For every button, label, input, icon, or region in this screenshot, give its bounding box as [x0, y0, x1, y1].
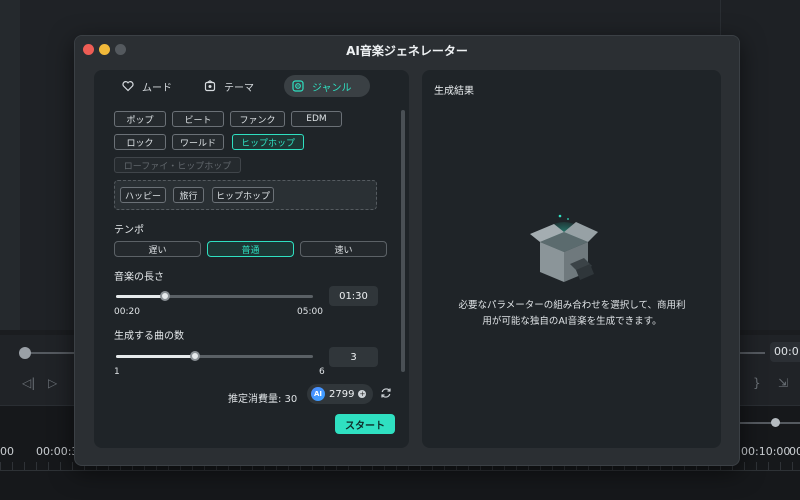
empty-state-line: 用が可能な独自のAI音楽を生成できます。 — [482, 316, 662, 327]
timeline-label: 00 — [789, 445, 800, 458]
estimated-cost-label: 推定消費量: 30 — [228, 394, 298, 405]
results-title: 生成結果 — [434, 86, 474, 97]
play-icon[interactable]: ▷ — [48, 376, 57, 390]
timeline-label: 00:10:00 — [741, 445, 791, 458]
tempo-slow-button[interactable]: 遅い — [114, 241, 201, 257]
count-slider-knob[interactable] — [189, 351, 200, 361]
tempo-label: テンポ — [114, 225, 144, 236]
timeline-zoom-slider[interactable] — [740, 422, 800, 424]
length-max-label: 05:00 — [297, 307, 323, 317]
genre-rock[interactable]: ロック — [114, 134, 166, 150]
tag-chip[interactable]: ヒップホップ — [212, 187, 274, 203]
bracket-icon[interactable]: } — [753, 376, 761, 390]
title-bar: AI音楽ジェネレーター — [75, 36, 739, 62]
empty-box-icon — [530, 214, 598, 282]
tab-label: ジャンル — [312, 82, 352, 94]
empty-state-text: 必要なパラメーターの組み合わせを選択して、商用利 用が可能な独自のAI音楽を生成… — [442, 298, 702, 330]
credits-value: 2799 — [329, 388, 355, 400]
refresh-icon[interactable] — [380, 387, 392, 399]
tempo-fast-button[interactable]: 速い — [300, 241, 387, 257]
genre-pop[interactable]: ポップ — [114, 111, 166, 127]
mood-icon — [122, 81, 134, 92]
selected-tags-area: ハッピー 旅行 ヒップホップ — [114, 180, 377, 210]
timeline-label: 00:00:3 — [36, 445, 79, 458]
settings-scrollbar[interactable] — [401, 110, 405, 372]
empty-state-line: 必要なパラメーターの組み合わせを選択して、商用利 — [458, 300, 686, 311]
start-button[interactable]: スタート — [335, 414, 395, 434]
preview-scrubber[interactable] — [22, 352, 82, 354]
theme-icon — [204, 80, 216, 92]
window-title: AI音楽ジェネレーター — [346, 44, 468, 58]
genre-edm[interactable]: EDM — [291, 111, 342, 127]
count-value[interactable]: 3 — [329, 347, 378, 367]
genre-beat[interactable]: ビート — [172, 111, 224, 127]
tempo-normal-button[interactable]: 普通 — [207, 241, 294, 257]
length-min-label: 00:20 — [114, 307, 140, 317]
editor-left-panel — [0, 0, 20, 330]
add-credits-icon[interactable]: + — [358, 390, 367, 398]
genre-world[interactable]: ワールド — [172, 134, 224, 150]
length-slider[interactable] — [116, 291, 313, 301]
tab-theme[interactable]: テーマ — [196, 75, 264, 97]
step-back-icon[interactable]: ◁| — [22, 376, 35, 390]
settings-panel: ムード テーマ ジャンル ポップ ビート ファンク EDM ロック ワールド ヒ… — [94, 70, 409, 448]
genre-icon — [292, 80, 304, 92]
count-min-label: 1 — [114, 367, 120, 377]
timeline-zoom-knob[interactable] — [771, 418, 780, 427]
genre-hiphop[interactable]: ヒップホップ — [232, 134, 304, 150]
length-label: 音楽の長さ — [114, 272, 164, 283]
count-label: 生成する曲の数 — [114, 331, 184, 342]
tag-chip[interactable]: 旅行 — [173, 187, 204, 203]
results-panel: 生成結果 必要なパラメーターの組み合わせを選択して、商用利 用が可能な独自のAI… — [422, 70, 721, 448]
timeline-label: 00 — [0, 445, 14, 458]
export-icon[interactable]: ⇲ — [778, 376, 788, 390]
tab-label: テーマ — [224, 82, 254, 94]
count-slider-fill — [116, 355, 195, 358]
count-slider[interactable] — [116, 351, 313, 361]
length-slider-knob[interactable] — [160, 291, 171, 301]
tab-genre[interactable]: ジャンル — [284, 75, 370, 97]
timeline-ruler — [0, 470, 800, 471]
tag-chip[interactable]: ハッピー — [120, 187, 166, 203]
length-value[interactable]: 01:30 — [329, 286, 378, 306]
tab-bar: ムード テーマ ジャンル — [104, 75, 370, 97]
credits-pill[interactable]: AI 2799 + — [307, 384, 373, 404]
ai-credit-icon: AI — [311, 387, 325, 401]
preview-scrubber-knob[interactable] — [19, 347, 31, 359]
count-max-label: 6 — [319, 367, 325, 377]
genre-funk[interactable]: ファンク — [230, 111, 285, 127]
genre-lofi-hiphop: ローファイ・ヒップホップ — [114, 157, 241, 173]
right-timecode: 00:0 — [770, 342, 800, 362]
tab-mood[interactable]: ムード — [114, 75, 182, 97]
length-slider-fill — [116, 295, 166, 298]
tab-label: ムード — [142, 82, 172, 94]
ai-music-generator-window: AI音楽ジェネレーター ムード テーマ ジャンル ポップ ビート ファンク ED… — [74, 35, 740, 466]
right-scrubber[interactable] — [740, 352, 765, 354]
